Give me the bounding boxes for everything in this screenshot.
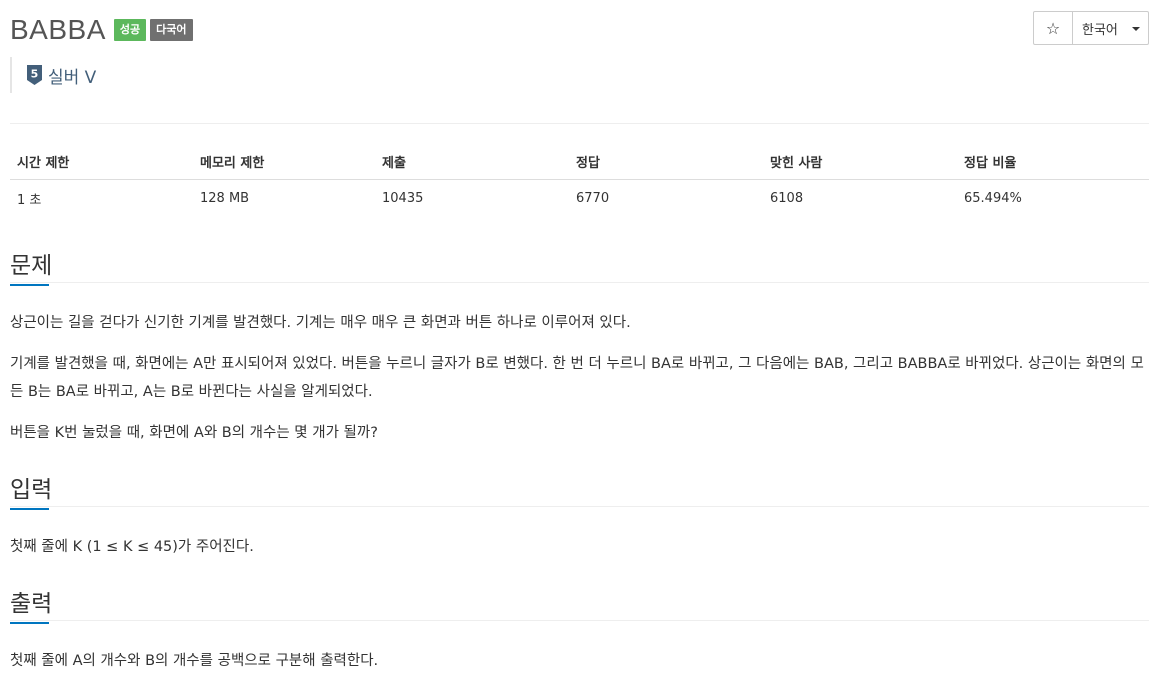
star-icon: ☆ bbox=[1045, 18, 1061, 38]
stats-value: 1 초 bbox=[17, 193, 42, 208]
stats-header: 정답 비율 bbox=[957, 143, 1149, 180]
star-button[interactable]: ☆ bbox=[1033, 11, 1073, 45]
problem-header: BABBA 성공 다국어 bbox=[10, 12, 193, 48]
stats-header: 메모리 제한 bbox=[193, 143, 375, 180]
output-description: 첫째 줄에 A의 개수와 B의 개수를 공백으로 구분해 출력한다. bbox=[10, 653, 379, 669]
tier-info: 5 실버 V bbox=[10, 57, 96, 93]
tier-number: 5 bbox=[31, 68, 39, 81]
output-section-heading: 출력 bbox=[10, 584, 53, 624]
stats-header: 맞힌 사람 bbox=[763, 143, 957, 180]
output-section-title: 출력 bbox=[10, 591, 53, 617]
stats-header: 정답 bbox=[569, 143, 763, 180]
stats-header: 제출 bbox=[375, 143, 569, 180]
problem-section-heading: 문제 bbox=[10, 246, 53, 286]
status-badge: 성공 bbox=[113, 19, 147, 41]
stats-value: 6108 bbox=[770, 191, 804, 206]
stats-value-row: 1 초 128 MB 10435 6770 6108 65.494% bbox=[10, 180, 1149, 218]
language-dropdown[interactable]: 한국어 bbox=[1073, 11, 1149, 45]
problem-section-title: 문제 bbox=[10, 253, 53, 279]
stats-value: 10435 bbox=[382, 191, 424, 206]
problem-paragraph: 기계를 발견했을 때, 화면에는 A만 표시되어져 있었다. 버튼을 누르니 글… bbox=[10, 356, 1144, 400]
section-divider bbox=[10, 620, 1149, 621]
section-divider bbox=[10, 282, 1149, 283]
language-dropdown-label: 한국어 bbox=[1082, 22, 1118, 38]
problem-paragraph: 버튼을 K번 눌렀을 때, 화면에 A와 B의 개수는 몇 개가 될까? bbox=[10, 425, 378, 441]
stats-value: 128 MB bbox=[200, 191, 250, 206]
section-divider bbox=[10, 506, 1149, 507]
stats-value: 65.494% bbox=[964, 191, 1022, 206]
section-underline bbox=[10, 284, 49, 286]
input-description: 첫째 줄에 K (1 ≤ K ≤ 45)가 주어진다. bbox=[10, 539, 254, 555]
stats-value: 6770 bbox=[576, 191, 610, 206]
stats-header: 시간 제한 bbox=[10, 143, 193, 180]
problem-actions: ☆ 한국어 bbox=[1033, 11, 1149, 45]
stats-header-row: 시간 제한 메모리 제한 제출 정답 맞힌 사람 정답 비율 bbox=[10, 143, 1149, 180]
section-underline bbox=[10, 622, 49, 624]
tier-label: 실버 V bbox=[48, 67, 97, 88]
tier-icon: 5 bbox=[27, 65, 42, 85]
section-underline bbox=[10, 508, 49, 510]
header-divider bbox=[10, 123, 1149, 124]
caret-down-icon bbox=[1132, 27, 1140, 31]
input-section-heading: 입력 bbox=[10, 470, 53, 510]
problem-title: BABBA bbox=[10, 14, 106, 45]
problem-stats-table: 시간 제한 메모리 제한 제출 정답 맞힌 사람 정답 비율 1 초 128 M… bbox=[10, 143, 1149, 217]
language-badge: 다국어 bbox=[150, 19, 193, 41]
input-section-title: 입력 bbox=[10, 477, 53, 503]
problem-paragraph: 상근이는 길을 걷다가 신기한 기계를 발견했다. 기계는 매우 매우 큰 화면… bbox=[10, 315, 631, 331]
